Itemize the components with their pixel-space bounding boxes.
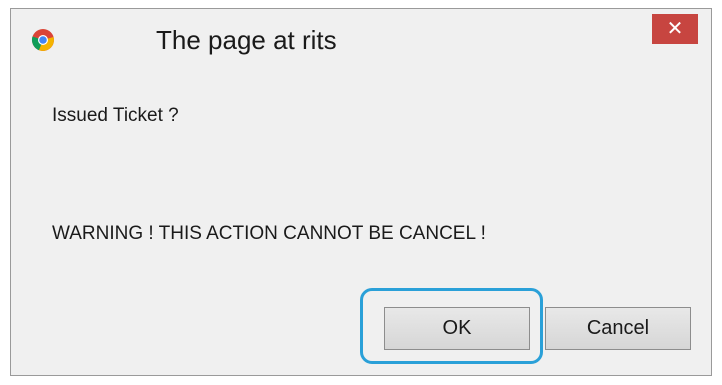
dialog-window: The page at rits ✕ Issued Ticket ? WARNI… — [10, 8, 712, 376]
dialog-title: The page at rits — [156, 25, 337, 55]
dialog-content: Issued Ticket ? WARNING ! THIS ACTION CA… — [12, 71, 710, 374]
ok-button[interactable]: OK — [384, 307, 530, 350]
chrome-icon — [31, 29, 54, 51]
message-warning: WARNING ! THIS ACTION CANNOT BE CANCEL ! — [52, 223, 486, 244]
close-button[interactable]: ✕ — [652, 14, 698, 44]
message-question: Issued Ticket ? — [52, 105, 179, 126]
cancel-button[interactable]: Cancel — [545, 307, 691, 350]
title-bar: The page at rits ✕ — [11, 9, 711, 71]
